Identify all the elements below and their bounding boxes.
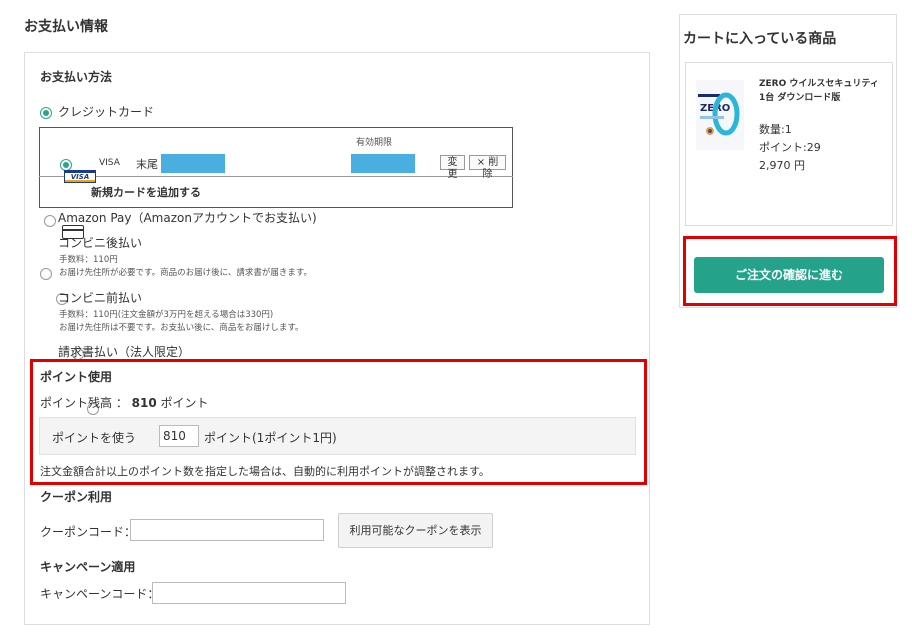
points-note: 注文金額合計以上のポイント数を指定した場合は、自動的に利用ポイントが調整されます…	[40, 465, 490, 478]
product-points: ポイント:29	[759, 141, 821, 154]
product-price: 2,970 円	[759, 159, 805, 172]
coupon-code-label: クーポンコード：	[40, 525, 137, 539]
points-use-unit: ポイント(1ポイント1円)	[204, 431, 337, 445]
coupon-code-input[interactable]	[130, 519, 324, 541]
expiry-header: 有効期限	[356, 138, 393, 148]
card-number-redacted	[161, 154, 225, 173]
cvs-prepay-note: お届け先住所は不要です。お支払い後に、商品をお届けします。	[59, 323, 304, 333]
page-title: お支払い情報	[24, 19, 108, 35]
product-image[interactable]: ZERO	[696, 80, 744, 150]
campaign-code-input[interactable]	[152, 582, 346, 604]
confirm-order-button[interactable]: ご注文の確認に進む	[694, 257, 884, 293]
cvs-postpay-note: お届け先住所が必要です。商品のお届け後に、請求書が届きます。	[59, 268, 313, 278]
points-balance-label: ポイント残高 ：	[40, 396, 128, 410]
divider	[39, 176, 513, 177]
add-new-card-label: 新規カードを追加する	[91, 186, 201, 199]
cart-title: カートに入っている商品	[683, 31, 837, 47]
points-balance-value: 810	[131, 396, 157, 410]
invoice-label: 請求書払い（法人限定）	[58, 345, 191, 359]
cvs-prepay-fee-note: 手数料：110円(注文金額が3万円を超える場合は330円)	[59, 310, 274, 320]
campaign-title: キャンペーン適用	[40, 560, 136, 574]
show-coupons-button[interactable]: 利用可能なクーポンを表示	[338, 513, 493, 548]
card-brand: VISA	[99, 158, 120, 168]
cvs-postpay-fee-note: 手数料：110円	[59, 255, 118, 265]
points-title: ポイント使用	[40, 370, 113, 384]
campaign-code-label: キャンペーンコード：	[40, 587, 160, 601]
product-quantity: 数量:1	[759, 123, 792, 136]
credit-card-label: クレジットカード	[58, 105, 155, 119]
visa-logo-icon: VISA	[64, 170, 96, 183]
change-card-button[interactable]: 変更	[440, 155, 465, 180]
saved-card-radio[interactable]	[59, 158, 72, 171]
visa-logo-text: VISA	[70, 173, 90, 181]
product-name[interactable]: ZERO ウイルスセキュリティ 1台 ダウンロード版	[759, 77, 885, 105]
amazon-pay-radio[interactable]	[40, 267, 52, 280]
cvs-prepay-label: コンビニ前払い	[58, 291, 143, 305]
coupon-title: クーポン利用	[40, 490, 113, 504]
cvs-postpay-label: コンビニ後払い	[58, 236, 143, 250]
points-balance: ポイント残高 ： 810 ポイント	[40, 394, 209, 411]
points-use-label: ポイントを使う	[52, 431, 137, 445]
card-last-digits-label: 末尾	[136, 158, 158, 171]
amazon-pay-label: Amazon Pay（Amazonアカウントでお支払い)	[58, 211, 317, 225]
product-package-icon: ZERO	[698, 92, 740, 136]
credit-card-radio[interactable]	[40, 106, 52, 119]
points-use-input[interactable]: 810	[159, 425, 199, 447]
card-expiry-redacted	[351, 154, 415, 173]
delete-card-button[interactable]: × 削除	[469, 155, 506, 180]
points-balance-unit: ポイント	[160, 396, 209, 410]
new-card-radio[interactable]	[44, 214, 56, 227]
payment-method-title: お支払い方法	[40, 70, 113, 84]
